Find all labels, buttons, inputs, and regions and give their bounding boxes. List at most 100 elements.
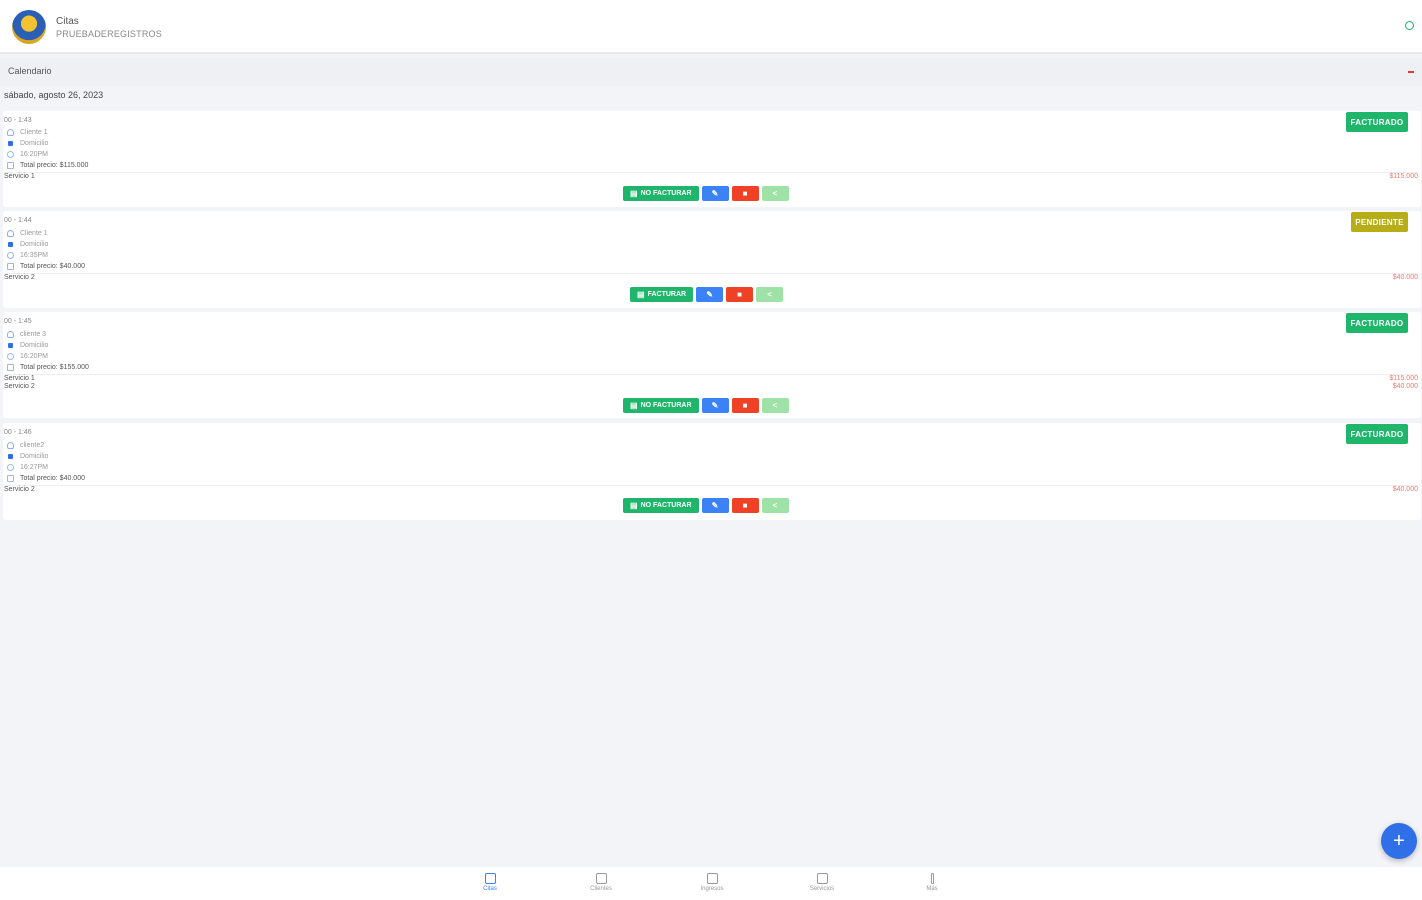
time: 16:20PM bbox=[20, 151, 49, 158]
client-row: cliente 3 bbox=[7, 331, 46, 338]
time: 16:35PM bbox=[20, 252, 49, 259]
location: Domicilio bbox=[20, 453, 49, 460]
trash-icon: ■ bbox=[737, 290, 742, 299]
edit-icon: ✎ bbox=[711, 501, 719, 510]
nav-label: Ingresos bbox=[700, 886, 724, 892]
status-badge[interactable]: FACTURADO bbox=[1346, 313, 1408, 333]
time-row: 16:35PM bbox=[7, 252, 48, 259]
chart-icon bbox=[706, 873, 718, 884]
service-name: Servicio 2 bbox=[4, 486, 35, 493]
person-icon bbox=[7, 331, 14, 338]
appointment-card: 00 - 1:46 cliente2 Domicilio 16:27PM Tot… bbox=[3, 423, 1421, 520]
edit-button[interactable]: ✎ bbox=[701, 186, 729, 201]
appointment-title: 00 - 1:43 bbox=[4, 117, 32, 124]
users-icon bbox=[595, 873, 607, 884]
clock-icon bbox=[7, 464, 14, 471]
delete-button[interactable]: ■ bbox=[731, 398, 759, 413]
app-logo bbox=[12, 10, 46, 44]
calendar-icon bbox=[7, 263, 14, 270]
location-row: Domicilio bbox=[7, 453, 48, 460]
time: 16:27PM bbox=[20, 464, 49, 471]
calendar-icon bbox=[7, 475, 14, 482]
nav-item-mas[interactable]: Más bbox=[902, 873, 962, 892]
client-row: Cliente 1 bbox=[7, 230, 48, 237]
nav-label: Citas bbox=[483, 886, 497, 892]
service-row: Servicio 2 $40.000 bbox=[4, 273, 1418, 282]
location: Domicilio bbox=[20, 342, 49, 349]
collapse-icon[interactable] bbox=[1408, 71, 1414, 73]
appointment-card: 00 - 1:43 Cliente 1 Domicilio 16:20PM To… bbox=[3, 111, 1421, 207]
card-actions: ▤ FACTURAR ✎ ■ < bbox=[630, 287, 784, 302]
share-button[interactable]: < bbox=[761, 186, 789, 201]
client-row: cliente2 bbox=[7, 442, 44, 449]
total-row: Total precio: $40.000 bbox=[7, 263, 85, 270]
status-badge[interactable]: FACTURADO bbox=[1346, 424, 1408, 444]
location-row: Domicilio bbox=[7, 140, 48, 147]
invoice-label: NO FACTURAR bbox=[640, 502, 692, 509]
invoice-button[interactable]: ▤ NO FACTURAR bbox=[623, 398, 699, 413]
date-label: sábado, agosto 26, 2023 bbox=[4, 90, 104, 100]
clock-icon bbox=[7, 353, 14, 360]
nav-item-citas[interactable]: Citas bbox=[460, 873, 520, 892]
calendar-label: Calendario bbox=[8, 66, 52, 76]
location-icon bbox=[8, 454, 13, 459]
edit-button[interactable]: ✎ bbox=[701, 398, 729, 413]
app-header: Citas PRUEBADEREGISTROS bbox=[0, 0, 1422, 54]
share-button[interactable]: < bbox=[761, 498, 789, 513]
nav-item-servicios[interactable]: Servicios bbox=[792, 873, 852, 892]
share-button[interactable]: < bbox=[761, 398, 789, 413]
status-badge[interactable]: FACTURADO bbox=[1346, 112, 1408, 132]
invoice-button[interactable]: ▤ FACTURAR bbox=[630, 287, 694, 302]
invoice-button[interactable]: ▤ NO FACTURAR bbox=[623, 498, 699, 513]
location-icon bbox=[8, 141, 13, 146]
app-subtitle: PRUEBADEREGISTROS bbox=[56, 29, 162, 39]
sync-icon[interactable] bbox=[1405, 21, 1414, 30]
bottom-navigation: Citas Clientes Ingresos Servicios Más bbox=[0, 867, 1422, 900]
card-actions: ▤ NO FACTURAR ✎ ■ < bbox=[623, 498, 789, 513]
invoice-icon: ▤ bbox=[630, 401, 638, 410]
edit-icon: ✎ bbox=[711, 189, 719, 198]
appointment-title: 00 - 1:45 bbox=[4, 318, 32, 325]
service-row: Servicio 1 $115.000 bbox=[4, 374, 1418, 383]
invoice-button[interactable]: ▤ NO FACTURAR bbox=[623, 186, 699, 201]
share-icon: < bbox=[772, 501, 778, 510]
location: Domicilio bbox=[20, 140, 49, 147]
nav-label: Más bbox=[926, 886, 938, 892]
service-price: $115.000 bbox=[1389, 173, 1418, 180]
status-badge[interactable]: PENDIENTE bbox=[1351, 212, 1408, 232]
service-price: $40.000 bbox=[1392, 383, 1418, 390]
total-price: Total precio: $40.000 bbox=[20, 475, 85, 482]
calendar-bar[interactable]: Calendario bbox=[0, 58, 1422, 86]
location-icon bbox=[8, 343, 13, 348]
appointment-title: 00 - 1:46 bbox=[4, 429, 32, 436]
document-icon bbox=[816, 873, 828, 884]
more-icon bbox=[930, 873, 934, 884]
nav-item-clientes[interactable]: Clientes bbox=[571, 873, 631, 892]
edit-button[interactable]: ✎ bbox=[701, 498, 729, 513]
person-icon bbox=[7, 442, 14, 449]
service-row: Servicio 2 $40.000 bbox=[4, 485, 1418, 494]
total-price: Total precio: $155.000 bbox=[20, 364, 89, 371]
person-icon bbox=[7, 129, 14, 136]
invoice-icon: ▤ bbox=[637, 290, 645, 299]
location-row: Domicilio bbox=[7, 342, 48, 349]
client-name: Cliente 1 bbox=[20, 129, 48, 136]
clock-icon bbox=[7, 252, 14, 259]
edit-icon: ✎ bbox=[706, 290, 713, 299]
time: 16:20PM bbox=[20, 353, 49, 360]
share-button[interactable]: < bbox=[756, 287, 784, 302]
nav-item-ingresos[interactable]: Ingresos bbox=[682, 873, 742, 892]
delete-button[interactable]: ■ bbox=[726, 287, 754, 302]
delete-button[interactable]: ■ bbox=[731, 186, 759, 201]
invoice-label: NO FACTURAR bbox=[640, 190, 692, 197]
card-actions: ▤ NO FACTURAR ✎ ■ < bbox=[623, 186, 789, 201]
delete-button[interactable]: ■ bbox=[731, 498, 759, 513]
add-appointment-button[interactable]: + bbox=[1381, 823, 1417, 859]
client-row: Cliente 1 bbox=[7, 129, 48, 136]
location-row: Domicilio bbox=[7, 241, 48, 248]
total-row: Total precio: $115.000 bbox=[7, 162, 88, 169]
total-price: Total precio: $40.000 bbox=[20, 263, 85, 270]
appointment-card: 00 - 1:45 cliente 3 Domicilio 16:20PM To… bbox=[3, 312, 1421, 418]
edit-button[interactable]: ✎ bbox=[696, 287, 724, 302]
invoice-label: FACTURAR bbox=[647, 291, 687, 298]
